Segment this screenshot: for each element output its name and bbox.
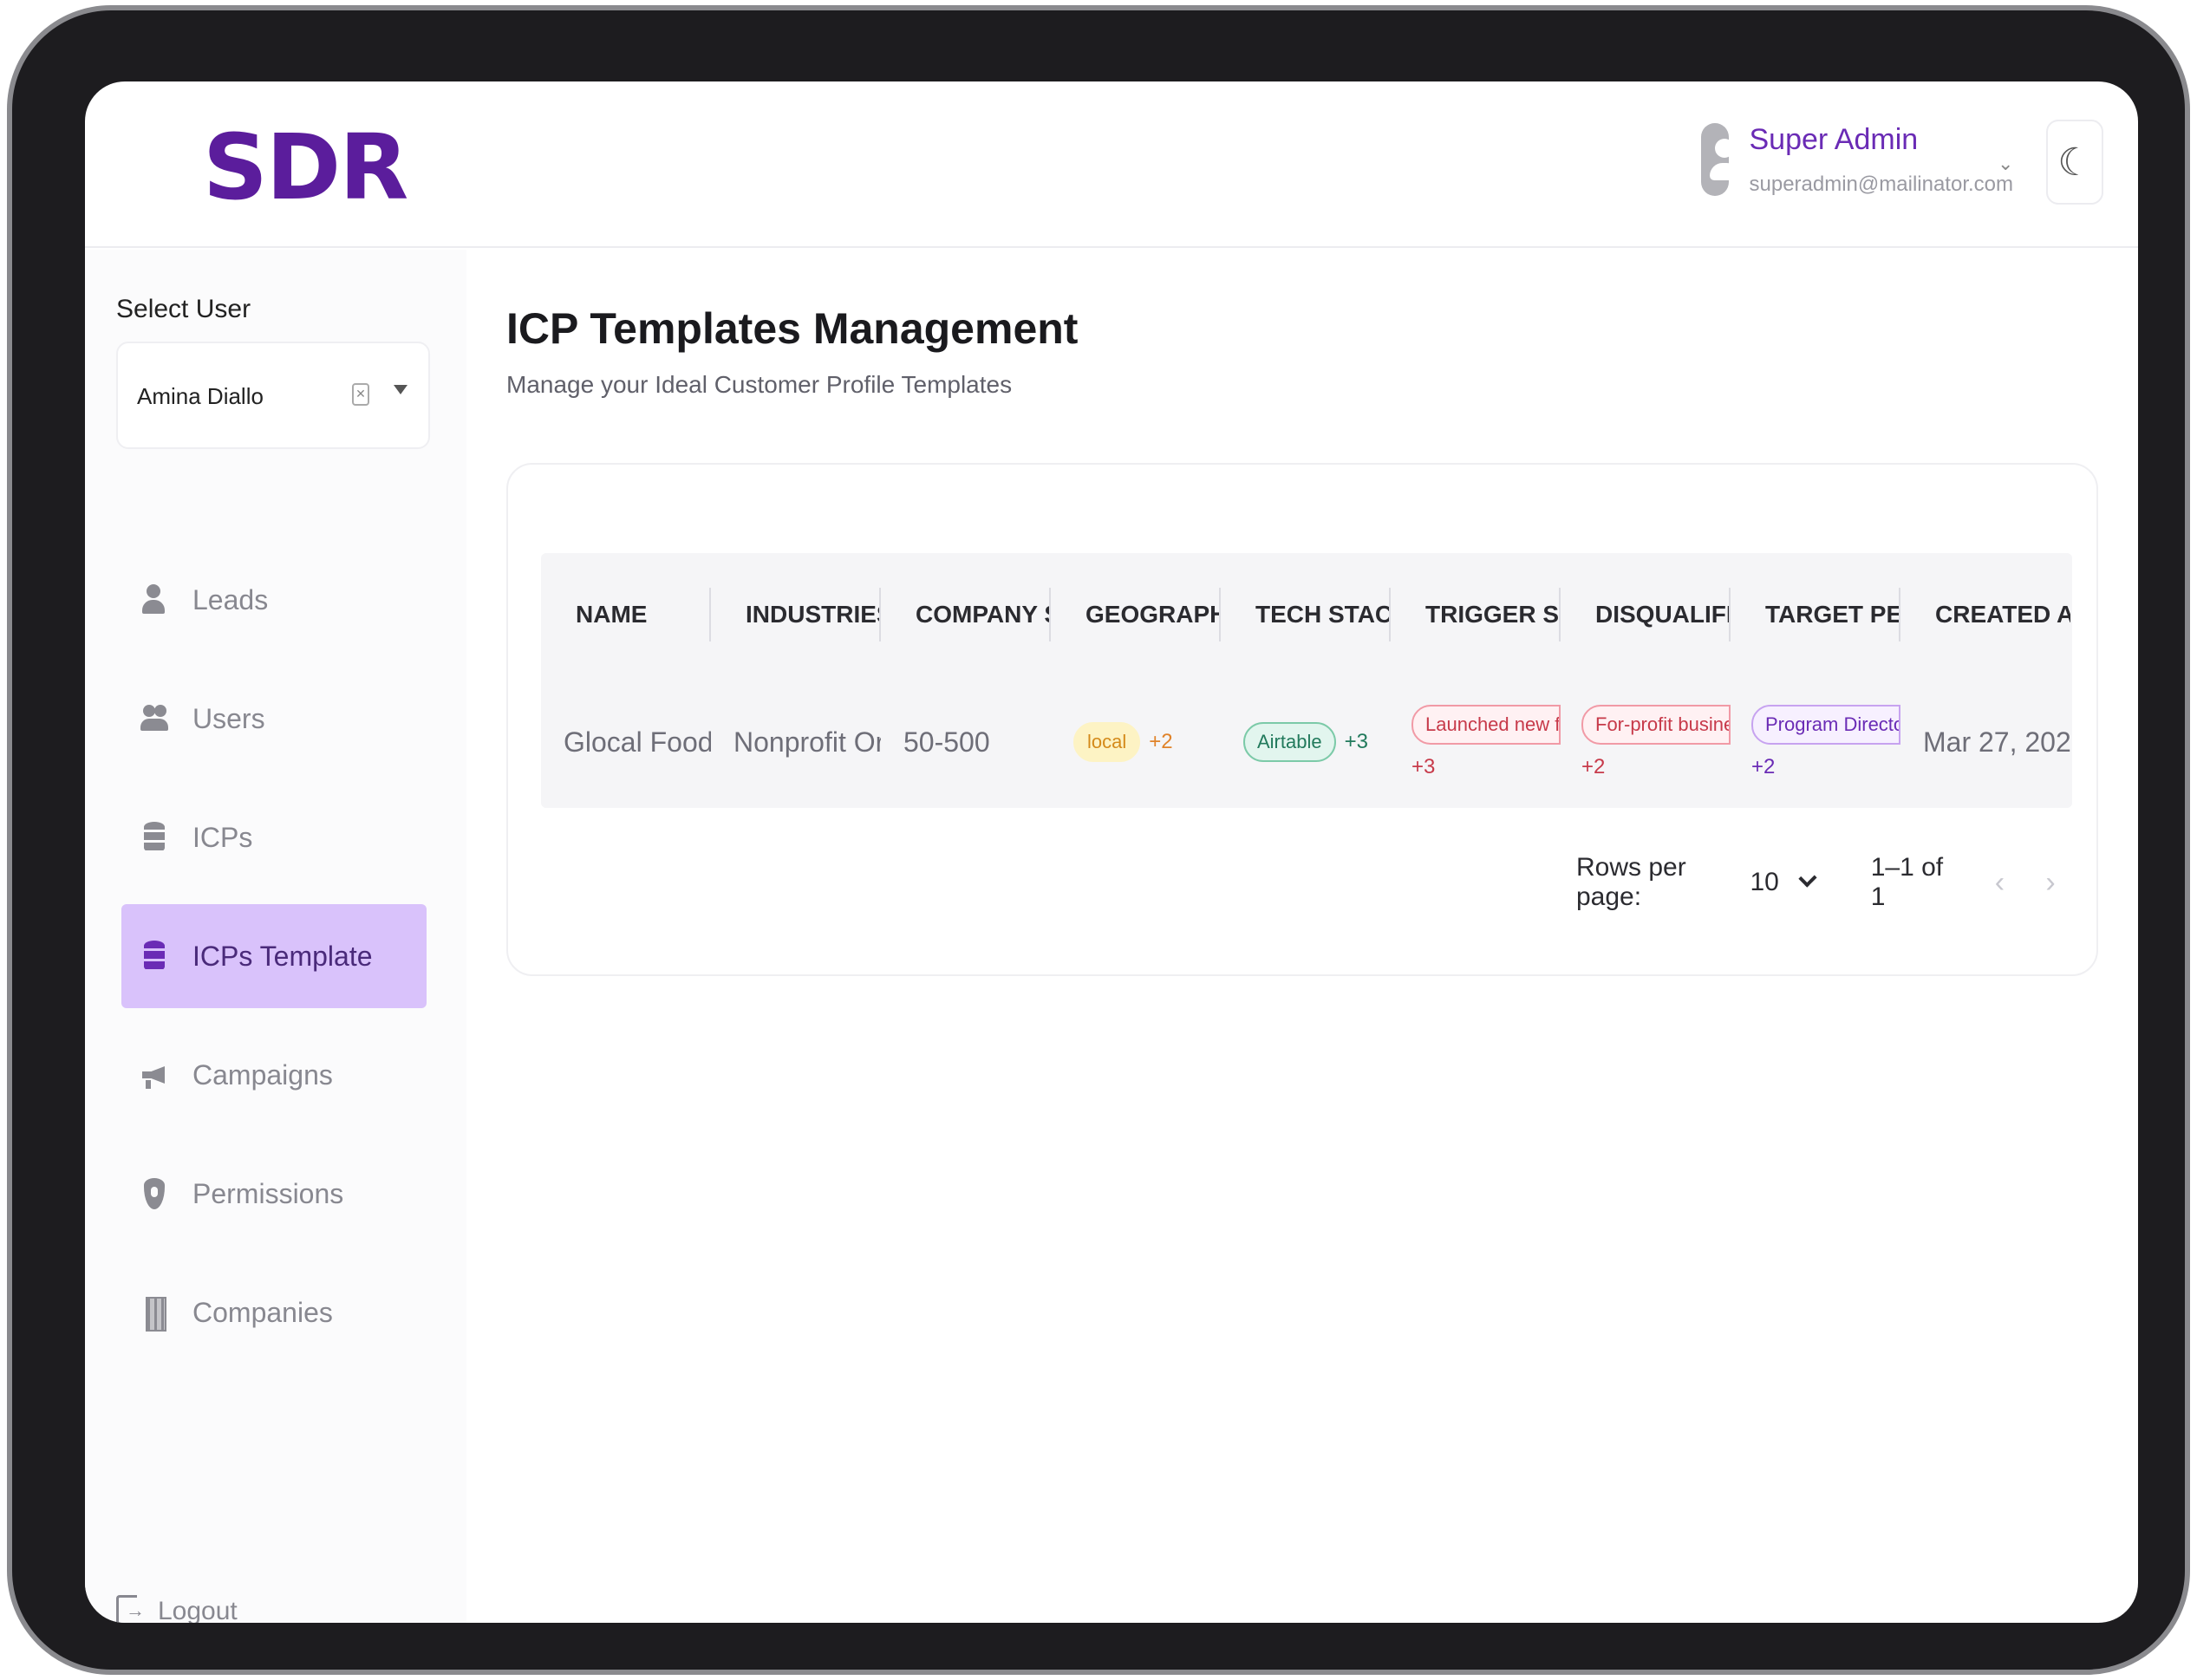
avatar <box>1701 123 1739 196</box>
cell-created-at: Mar 27, 2026 <box>1923 726 2070 758</box>
building-icon <box>140 1297 168 1332</box>
cell-disqualifiers: For-profit business, +2 <box>1561 676 1731 808</box>
more-count[interactable]: +3 <box>1345 730 1368 754</box>
more-count[interactable]: +2 <box>1581 755 1605 779</box>
cell-tech-stack: Airtable +3 <box>1221 676 1391 808</box>
rows-per-page-select[interactable]: 10 <box>1750 868 1779 897</box>
cell-name: Glocal Food Ju: <box>564 726 711 758</box>
column-header-trigger-signals[interactable]: TRIGGER SIGI <box>1391 553 1561 676</box>
sidebar-item-label: Campaigns <box>192 1058 333 1091</box>
page-subtitle: Manage your Ideal Customer Profile Templ… <box>506 371 1013 398</box>
sidebar-item-companies[interactable]: Companies <box>121 1260 427 1364</box>
user-info: Super Admin superadmin@mailinator.com <box>1750 123 2014 197</box>
trigger-chip: Launched new food <box>1411 705 1561 745</box>
cell-trigger-signals: Launched new food +3 <box>1391 676 1561 808</box>
column-header-geographies[interactable]: GEOGRAPHIE <box>1051 553 1221 676</box>
table-header: NAME INDUSTRIES COMPANY SI: GEOGRAPHIE T… <box>541 553 2072 676</box>
sidebar-item-permissions[interactable]: Permissions <box>121 1142 427 1246</box>
table-row[interactable]: Glocal Food Ju: Nonprofit Orga 50-500 lo… <box>541 676 2072 808</box>
tablet-frame: SDR Super Admin superadmin@mailinator.co… <box>7 5 2190 1675</box>
column-header-created-at[interactable]: CREATED AT <box>1900 553 2070 676</box>
persona-chip: Program Director - <box>1751 705 1900 745</box>
disqualifier-chip: For-profit business, <box>1581 705 1731 745</box>
sidebar-item-label: Leads <box>192 583 269 615</box>
page-range: 1–1 of 1 <box>1870 853 1944 911</box>
user-email: superadmin@mailinator.com <box>1749 172 2014 196</box>
sidebar-item-label: ICPs <box>192 821 253 853</box>
sidebar-item-label: Users <box>192 702 265 734</box>
app-screen: SDR Super Admin superadmin@mailinator.co… <box>85 81 2138 1623</box>
sidebar-item-leads[interactable]: Leads <box>121 548 427 652</box>
sidebar-item-campaigns[interactable]: Campaigns <box>121 1023 427 1127</box>
user-menu[interactable]: Super Admin superadmin@mailinator.com <box>1701 118 2013 201</box>
person-icon <box>140 584 168 615</box>
chevron-down-icon[interactable] <box>1798 869 1817 888</box>
clear-icon[interactable]: ✕ <box>352 383 369 406</box>
more-count[interactable]: +2 <box>1149 730 1172 754</box>
more-count[interactable]: +2 <box>1751 755 1775 779</box>
column-header-target-personas[interactable]: TARGET PERS <box>1731 553 1900 676</box>
moon-icon: ☾ <box>2057 140 2092 184</box>
chevron-down-icon[interactable]: ⌄ <box>1998 153 2013 175</box>
templates-card: NAME INDUSTRIES COMPANY SI: GEOGRAPHIE T… <box>506 463 2098 976</box>
column-header-tech-stack[interactable]: TECH STACK : <box>1221 553 1391 676</box>
shield-icon <box>140 1178 168 1209</box>
sidebar-item-label: Companies <box>192 1296 333 1328</box>
rows-per-page-label: Rows per page: <box>1576 853 1686 911</box>
caret-down-icon[interactable] <box>394 385 407 394</box>
sidebar-item-users[interactable]: Users <box>121 667 427 771</box>
logout-button[interactable]: Logout <box>116 1595 238 1623</box>
top-header: SDR Super Admin superadmin@mailinator.co… <box>85 81 2138 248</box>
cell-company-size: 50-500 <box>903 726 990 758</box>
cell-target-personas: Program Director - +2 <box>1731 676 1900 808</box>
sidebar-item-label: ICPs Template <box>192 940 373 972</box>
templates-table: NAME INDUSTRIES COMPANY SI: GEOGRAPHIE T… <box>541 553 2072 808</box>
logout-icon <box>116 1595 145 1623</box>
user-select[interactable]: Amina Diallo ✕ <box>116 342 430 449</box>
prev-page-button[interactable]: ‹ <box>1995 866 2017 900</box>
app-logo[interactable]: SDR <box>203 114 408 220</box>
page-title: ICP Templates Management <box>506 304 1079 353</box>
users-icon <box>140 703 168 734</box>
theme-toggle-button[interactable]: ☾ <box>2046 120 2103 205</box>
sidebar-item-label: Permissions <box>192 1177 344 1209</box>
pagination: Rows per page: 10 1–1 of 1 ‹ › <box>1576 853 2096 912</box>
sidebar-item-icps[interactable]: ICPs <box>121 785 427 889</box>
cell-industries: Nonprofit Orga <box>733 726 881 758</box>
tech-chip: Airtable <box>1243 722 1336 762</box>
sidebar-item-icps-template[interactable]: ICPs Template <box>121 904 427 1008</box>
column-header-industries[interactable]: INDUSTRIES <box>711 553 881 676</box>
user-name: Super Admin <box>1749 122 1919 156</box>
cell-geographies: local +2 <box>1051 676 1221 808</box>
selected-user-value: Amina Diallo <box>137 383 264 409</box>
column-header-disqualifiers[interactable]: DISQUALIFIEF <box>1561 553 1731 676</box>
logout-label: Logout <box>158 1597 238 1623</box>
column-header-name[interactable]: NAME <box>541 553 711 676</box>
megaphone-icon <box>140 1059 168 1091</box>
database-icon <box>140 822 168 853</box>
next-page-button[interactable]: › <box>2045 866 2067 900</box>
more-count[interactable]: +3 <box>1411 755 1435 779</box>
select-user-label: Select User <box>116 295 251 323</box>
sidebar-nav: Leads Users ICPs ICPs Template Campaigns <box>121 548 427 1379</box>
column-header-company-size[interactable]: COMPANY SI: <box>881 553 1051 676</box>
sidebar: Select User Amina Diallo ✕ Leads Users I… <box>85 250 466 1623</box>
geography-chip: local <box>1073 722 1141 762</box>
database-icon <box>140 941 168 972</box>
